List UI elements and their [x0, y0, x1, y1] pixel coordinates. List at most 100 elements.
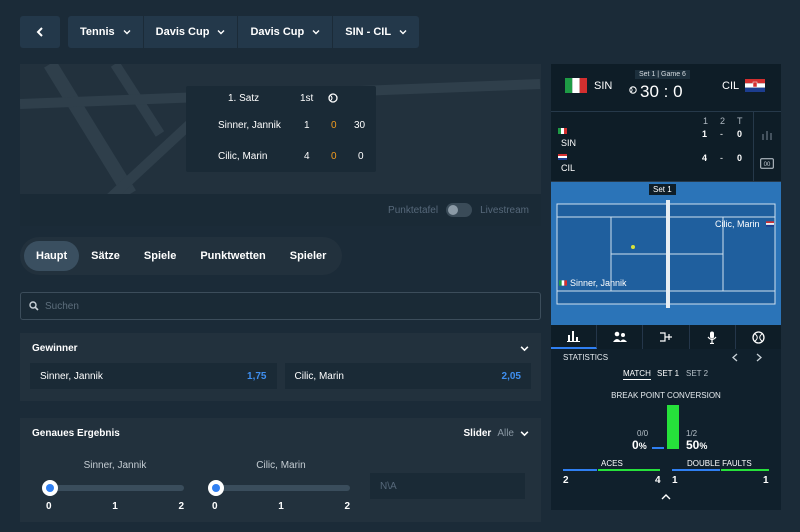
court-visualization: Set 1 Cilic, Marin Sinner, Jannik [551, 182, 781, 325]
tennis-ball-icon [629, 86, 637, 94]
breadcrumb-item-tennis[interactable]: Tennis [68, 16, 144, 48]
row-set1: 1 [702, 129, 708, 139]
bar-chart-icon [567, 331, 581, 342]
exact-result-title: Genaues Ergebnis [32, 427, 120, 439]
winner-market: Gewinner Sinner, Jannik 1,75 Cilic, Mari… [20, 333, 541, 401]
tab-saetze[interactable]: Sätze [79, 241, 132, 271]
player-name: Cilic, Marin [218, 150, 268, 162]
tab-spieler[interactable]: Spieler [278, 241, 339, 271]
chevron-left-icon[interactable] [731, 353, 739, 362]
statistics-title: STATISTICS [563, 353, 609, 362]
livestream-toggle-label: Livestream [480, 204, 529, 216]
search-input[interactable]: Suchen [20, 292, 541, 320]
scoreboard-panel: 1. Satz 1st Sinner, Jannik 1 0 30 Cilic,… [20, 64, 541, 226]
tracker-header: SIN Set 1 | Game 6 30 : 0 CIL [551, 64, 781, 112]
search-placeholder: Suchen [45, 300, 79, 312]
chevron-up-icon[interactable] [661, 493, 671, 500]
tab-statistics[interactable] [551, 325, 598, 349]
bp-away-bar [667, 405, 679, 449]
player-set: 4 [304, 150, 310, 162]
stat-tab-set1[interactable]: SET 1 [657, 369, 679, 378]
stats-bars-icon[interactable] [761, 130, 773, 140]
score-sliders: Sinner, Jannik 0 1 2 Cilic, Marin 0 1 2 … [20, 448, 541, 522]
court-player-bottom: Sinner, Jannik [570, 278, 627, 288]
slider-track[interactable] [42, 480, 184, 496]
breadcrumb-label: SIN - CIL [345, 26, 392, 38]
bp-away-ratio: 1/2 [686, 429, 698, 438]
breadcrumb-item-match[interactable]: SIN - CIL [333, 16, 419, 48]
tab-spiele[interactable]: Spiele [132, 241, 188, 271]
odds-button-sinner[interactable]: Sinner, Jannik 1,75 [30, 363, 277, 389]
bracket-icon [660, 332, 672, 342]
row-set2: - [720, 153, 723, 163]
player-game: 0 [331, 150, 337, 162]
bp-away-pct: 50% [686, 438, 707, 452]
scoreboard-icon[interactable]: 00 [760, 158, 774, 169]
chevron-right-icon[interactable] [755, 353, 763, 362]
breadcrumb: Tennis Davis Cup Davis Cup SIN - CIL [68, 16, 420, 48]
scoreboard-toggle-label: Punktetafel [388, 204, 439, 216]
df-away: 1 [763, 475, 769, 486]
slider-handle[interactable] [208, 480, 224, 496]
player-points: 0 [358, 150, 364, 162]
view-toggle-bar: Punktetafel Livestream [20, 194, 541, 226]
mode-select[interactable]: Alle [497, 428, 514, 439]
odds-button-cilic[interactable]: Cilic, Marin 2,05 [284, 363, 531, 389]
winner-header[interactable]: Gewinner [20, 333, 541, 363]
row-total: 0 [737, 129, 743, 139]
breadcrumb-item-davis-cup[interactable]: Davis Cup [144, 16, 239, 48]
back-button[interactable] [20, 16, 60, 48]
chevron-down-icon[interactable] [520, 429, 529, 438]
table-header: 2 [720, 116, 726, 126]
italy-flag-icon [558, 128, 567, 134]
tab-punktwetten[interactable]: Punktwetten [188, 241, 277, 271]
slider-tick: 0 [212, 501, 218, 512]
breadcrumb-bar: Tennis Davis Cup Davis Cup SIN - CIL [20, 16, 420, 48]
pct-sign: % [699, 441, 708, 451]
tab-haupt[interactable]: Haupt [24, 241, 80, 271]
tab-bracket[interactable] [643, 325, 690, 349]
slider-cilic: Cilic, Marin 0 1 2 [208, 460, 350, 512]
svg-text:00: 00 [764, 162, 771, 168]
df-home: 1 [672, 475, 678, 486]
row-abbr: SIN [561, 138, 577, 148]
croatia-flag-icon [745, 79, 765, 92]
exact-result-market: Genaues Ergebnis Slider Alle Sinner, Jan… [20, 418, 541, 522]
row-abbr: CIL [561, 163, 576, 173]
player-game: 0 [331, 119, 337, 131]
tennis-ball-icon [328, 93, 338, 103]
tab-commentary[interactable] [690, 325, 736, 349]
home-abbr: SIN [594, 80, 613, 92]
search-icon [29, 301, 39, 311]
slider-track[interactable] [208, 480, 350, 496]
player-name: Sinner, Jannik [218, 119, 281, 131]
slider-tick: 1 [112, 501, 118, 512]
break-point-title: BREAK POINT CONVERSION [611, 391, 721, 400]
slider-tick: 0 [46, 501, 52, 512]
court-set-label: Set 1 [649, 184, 676, 195]
players-icon [612, 331, 627, 342]
aces-home-bar [563, 469, 597, 471]
slider-tick: 2 [178, 501, 184, 512]
stat-tab-set2[interactable]: SET 2 [686, 369, 708, 378]
croatia-flag-icon [558, 154, 567, 160]
slider-handle[interactable] [42, 480, 58, 496]
view-toggle[interactable] [446, 203, 473, 217]
tab-ball-tracker[interactable] [736, 325, 781, 349]
italy-flag-icon [565, 78, 587, 93]
stat-tab-match[interactable]: MATCH [623, 369, 651, 380]
chevron-down-icon [520, 345, 529, 351]
df-away-bar [721, 469, 769, 471]
bp-away-pct-value: 50 [686, 438, 700, 452]
result-odds-button[interactable]: N\A [370, 473, 525, 499]
away-abbr: CIL [722, 80, 740, 92]
exact-result-header: Genaues Ergebnis Slider Alle [20, 418, 541, 448]
aces-home: 2 [563, 475, 569, 486]
double-faults-label: DOUBLE FAULTS [687, 459, 752, 468]
chevron-down-icon [399, 30, 407, 35]
tab-head-to-head[interactable] [597, 325, 644, 349]
breadcrumb-label: Davis Cup [155, 26, 210, 38]
tennis-ball-icon [752, 330, 765, 344]
row-set1: 4 [702, 153, 708, 163]
breadcrumb-item-davis-cup-event[interactable]: Davis Cup [238, 16, 334, 48]
